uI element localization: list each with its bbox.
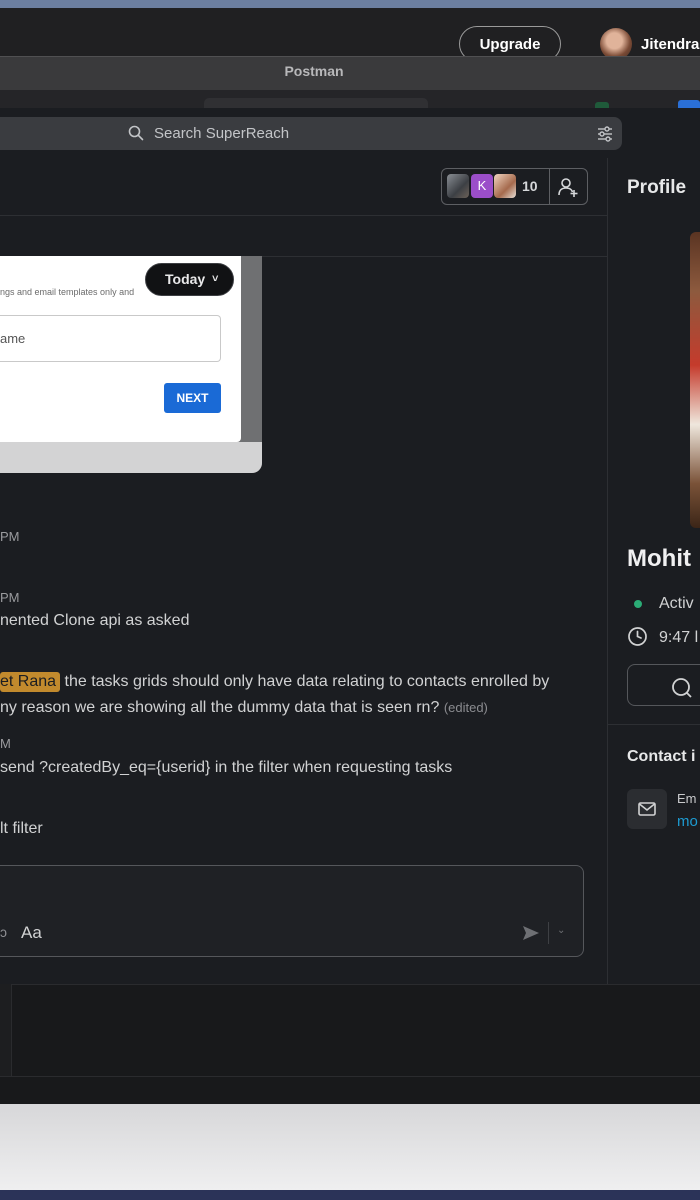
add-person-icon[interactable] (557, 176, 579, 198)
email-link[interactable]: mo (677, 813, 698, 830)
user-mention[interactable]: et Rana (0, 672, 61, 692)
member-avatar (447, 174, 469, 198)
clock-icon (628, 627, 647, 646)
date-divider-label: Today (165, 271, 206, 287)
message-timestamp: PM (0, 529, 20, 544)
desktop-background (0, 1104, 700, 1190)
message-text: the tasks grids should only have data re… (64, 673, 550, 690)
preview-input (0, 315, 221, 362)
member-avatar (494, 174, 516, 198)
window-title: Postman (284, 63, 344, 79)
preview-input-text: ame (0, 331, 26, 346)
message-text: nented Clone api as asked (0, 612, 190, 629)
profile-title: Profile (627, 177, 687, 198)
format-text-button[interactable]: Aa (21, 923, 42, 943)
search-placeholder[interactable]: Search SuperReach (154, 125, 289, 142)
message-line: et Rana the tasks grids should only have… (0, 672, 550, 692)
chevron-down-icon: ˅ (212, 273, 219, 285)
search-input[interactable] (0, 117, 622, 150)
member-avatar: K (471, 174, 493, 198)
chevron-down-icon[interactable]: ⌄ (557, 925, 565, 936)
message-text: ny reason we are showing all the dummy d… (0, 699, 440, 716)
message-bubble-icon (672, 678, 692, 698)
search-icon (128, 125, 144, 141)
edited-label: (edited) (443, 700, 488, 715)
profile-photo (690, 232, 700, 528)
preview-next-button: NEXT (164, 383, 221, 413)
message-line: ny reason we are showing all the dummy d… (0, 699, 488, 717)
message-timestamp: M (0, 736, 11, 751)
profile-local-time: 9:47 l (659, 629, 699, 646)
mail-icon (638, 802, 656, 816)
app-tab-bar (0, 90, 700, 108)
lower-panel-strip (0, 984, 12, 1076)
lower-window-area (0, 984, 700, 1104)
message-timestamp: PM (0, 590, 20, 605)
message-composer[interactable] (0, 865, 584, 957)
divider (607, 724, 700, 725)
profile-name: Mohit (627, 545, 691, 572)
email-label: Em (677, 791, 697, 806)
attachment-icon[interactable]: ↄ (0, 924, 7, 940)
contact-info-title: Contact i (627, 748, 696, 765)
divider (0, 1076, 700, 1077)
profile-status: Activ (659, 595, 694, 612)
message-text: send ?createdBy_eq={userid} in the filte… (0, 759, 453, 776)
filter-sliders-icon[interactable] (596, 125, 614, 143)
tab-placeholder[interactable] (204, 98, 428, 108)
divider (549, 168, 550, 205)
screen-bottom-edge (0, 1190, 700, 1200)
date-divider-button[interactable]: Today ˅ (145, 263, 234, 296)
user-name[interactable]: Jitendra (641, 36, 699, 53)
message-text: lt filter (0, 820, 43, 837)
member-count[interactable]: 10 (522, 178, 538, 194)
divider (548, 922, 549, 944)
image-attachment-footer (0, 442, 262, 473)
app-top-bar (0, 8, 700, 56)
screen-top-edge (0, 0, 700, 8)
send-icon[interactable] (521, 923, 541, 943)
blue-tab[interactable] (678, 100, 700, 108)
status-dot (634, 600, 642, 608)
